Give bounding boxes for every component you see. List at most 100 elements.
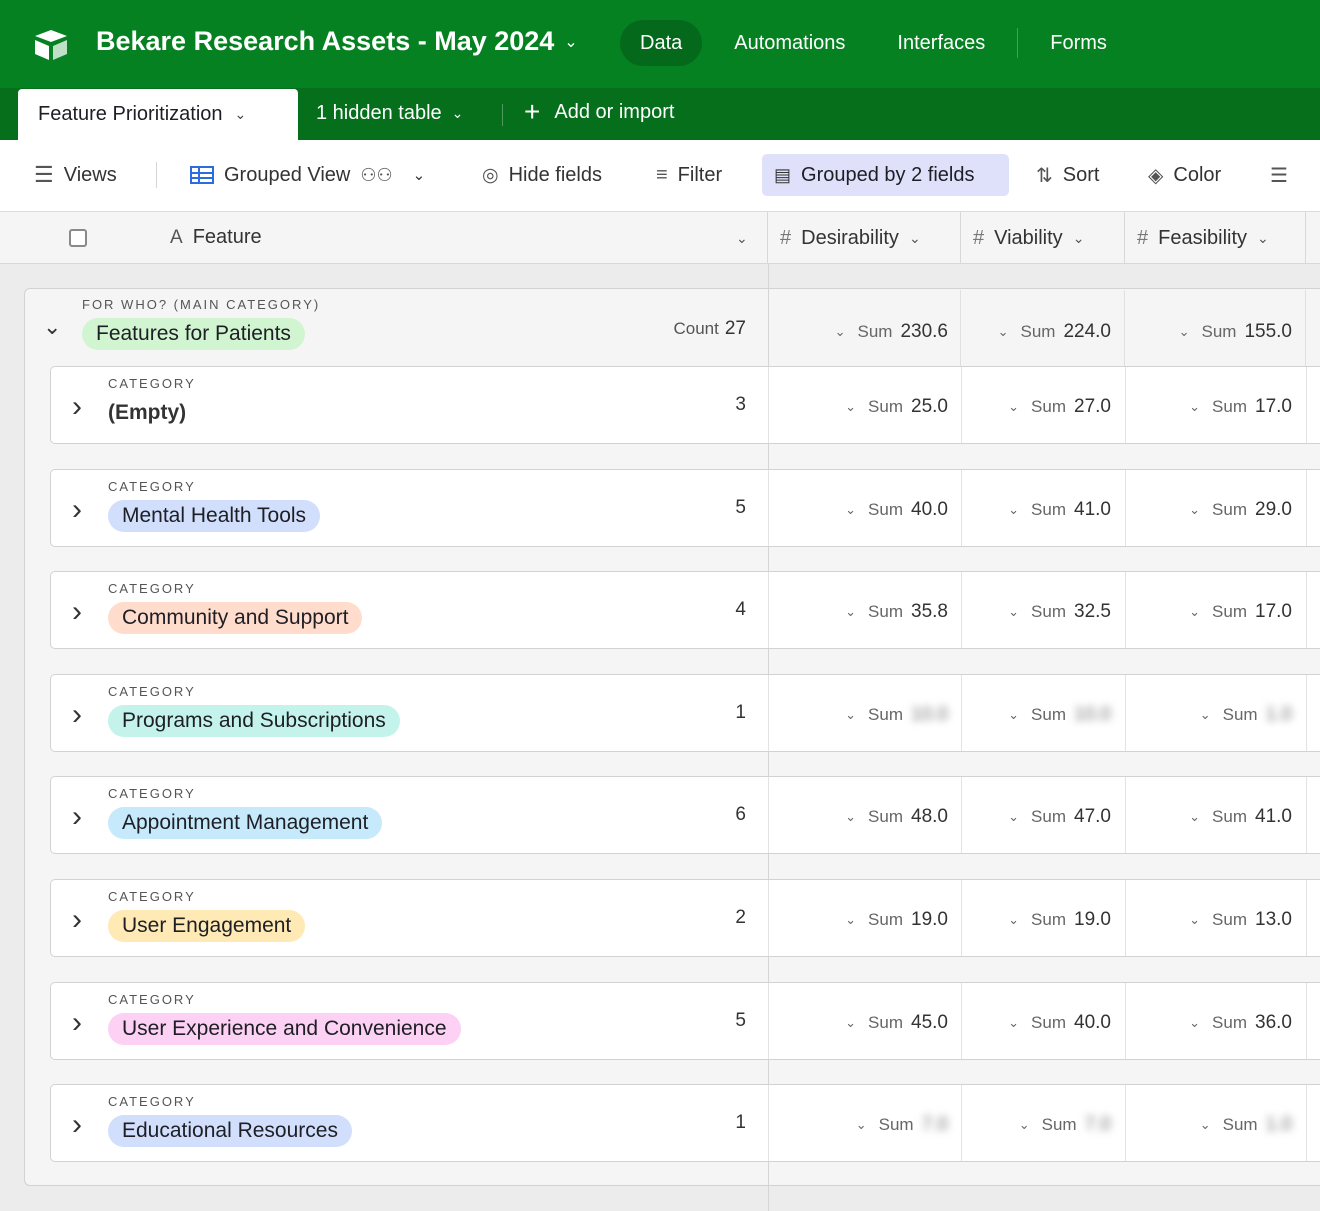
sum-value: 224.0 [1063, 321, 1111, 342]
chevron-right-icon[interactable]: › [72, 390, 82, 424]
chevron-down-icon: ⌄ [845, 707, 857, 722]
filter-button[interactable]: ≡ Filter [656, 154, 722, 196]
subgroup-sum-cell[interactable]: ⌄ Sum 32.5 [970, 597, 1111, 627]
base-logo-icon[interactable] [32, 28, 70, 62]
subgroup-sum-cell[interactable]: ⌄ Sum 7.0 [780, 1110, 948, 1140]
views-button[interactable]: ☰ Views [34, 154, 117, 196]
subgroup-sum-cell[interactable]: ⌄ Sum 47.0 [970, 802, 1111, 832]
chevron-right-icon[interactable]: › [72, 1108, 82, 1142]
nav-automations[interactable]: Automations [714, 20, 865, 66]
chevron-right-icon[interactable]: › [72, 903, 82, 937]
column-divider [961, 777, 962, 853]
hide-fields-label: Hide fields [508, 163, 602, 186]
view-switcher[interactable]: Grouped View ⚇⚇ ⌄ [190, 154, 425, 196]
row-height-button[interactable]: ☰ [1270, 154, 1288, 196]
views-label: Views [63, 163, 117, 186]
chevron-down-icon[interactable]: ⌄ [43, 314, 61, 340]
column-divider [1305, 290, 1306, 366]
viability-column-header[interactable]: # Viability ⌄ [961, 212, 1125, 264]
subgroup-count: 5 [735, 1010, 746, 1031]
row-height-icon: ☰ [1270, 164, 1288, 187]
subgroup-sum-cell[interactable]: ⌄ Sum 29.0 [1134, 495, 1292, 525]
subgroup-sum-cell[interactable]: ⌄ Sum 13.0 [1134, 905, 1292, 935]
sum-label: Sum [1212, 910, 1248, 929]
subgroup-sum-cell[interactable]: ⌄ Sum 19.0 [970, 905, 1111, 935]
hidden-tables-button[interactable]: 1 hidden table ⌄ [316, 102, 463, 125]
chevron-right-icon[interactable]: › [72, 800, 82, 834]
nav-interfaces[interactable]: Interfaces [877, 20, 1005, 66]
chevron-down-icon: ⌄ [834, 324, 846, 339]
sum-value: 10.0 [911, 704, 948, 725]
base-title[interactable]: Bekare Research Assets - May 2024 ⌄ [96, 26, 578, 57]
subgroup-sum-cell[interactable]: ⌄ Sum 25.0 [780, 392, 948, 422]
sum-label: Sum [1222, 1115, 1258, 1134]
sum-label: Sum [857, 322, 893, 341]
chevron-right-icon[interactable]: › [72, 698, 82, 732]
column-divider [1306, 777, 1307, 853]
group-field-label: FOR WHO? (MAIN CATEGORY) [82, 297, 321, 312]
chevron-down-icon[interactable]: ⌄ [736, 230, 748, 247]
chevron-right-icon[interactable]: › [72, 493, 82, 527]
nav-data[interactable]: Data [620, 20, 703, 66]
subgroup-sum-cell[interactable]: ⌄ Sum 27.0 [970, 392, 1111, 422]
chevron-down-icon: ⌄ [1008, 502, 1020, 517]
viability-label: Viability [994, 226, 1063, 249]
chevron-right-icon[interactable]: › [72, 595, 82, 629]
chevron-down-icon: ⌄ [855, 1117, 867, 1132]
hide-fields-button[interactable]: ◎ Hide fields [482, 154, 602, 196]
group-button[interactable]: ▤ Grouped by 2 fields [762, 154, 1009, 196]
group-sum-desirability[interactable]: ⌄ Sum 230.6 [780, 317, 948, 347]
subgroup-sum-cell[interactable]: ⌄ Sum 10.0 [780, 700, 948, 730]
group-sum-viability[interactable]: ⌄ Sum 224.0 [970, 317, 1111, 347]
feature-column-header[interactable]: A Feature [170, 226, 262, 249]
add-or-import-button[interactable]: + Add or import [524, 98, 674, 126]
subgroup-sum-cell[interactable]: ⌄ Sum 1.0 [1134, 700, 1292, 730]
subgroup-sum-cell[interactable]: ⌄ Sum 40.0 [780, 495, 948, 525]
view-name: Grouped View [224, 163, 351, 186]
chevron-down-icon: ⌄ [845, 1015, 857, 1030]
chevron-down-icon: ⌄ [1189, 809, 1201, 824]
subgroup-name-pill: Educational Resources [108, 1115, 352, 1147]
chevron-down-icon: ⌄ [1189, 1015, 1201, 1030]
sum-label: Sum [868, 1013, 904, 1032]
column-divider [961, 572, 962, 648]
subgroup-name-pill: Mental Health Tools [108, 500, 321, 532]
column-divider [768, 675, 769, 751]
column-divider [1306, 470, 1307, 546]
subgroup-sum-cell[interactable]: ⌄ Sum 40.0 [970, 1008, 1111, 1038]
subgroup-sum-cell[interactable]: ⌄ Sum 1.0 [1134, 1110, 1292, 1140]
grid-view-icon [190, 166, 214, 184]
chevron-right-icon[interactable]: › [72, 1006, 82, 1040]
color-button[interactable]: ◈ Color [1148, 154, 1221, 196]
tab-feature-prioritization[interactable]: Feature Prioritization ⌄ [18, 89, 298, 140]
subgroup-sum-cell[interactable]: ⌄ Sum 17.0 [1134, 392, 1292, 422]
group-sum-feasibility[interactable]: ⌄ Sum 155.0 [1134, 317, 1292, 347]
sort-button[interactable]: ⇅ Sort [1036, 154, 1099, 196]
subgroup-sum-cell[interactable]: ⌄ Sum 41.0 [1134, 802, 1292, 832]
subgroup-sum-cell[interactable]: ⌄ Sum 35.8 [780, 597, 948, 627]
select-all-checkbox[interactable] [69, 229, 87, 247]
chevron-down-icon: ⌄ [1257, 229, 1269, 246]
chevron-down-icon: ⌄ [1008, 809, 1020, 824]
column-divider [1124, 290, 1125, 366]
subgroup-sum-cell[interactable]: ⌄ Sum 48.0 [780, 802, 948, 832]
subgroup-sum-cell[interactable]: ⌄ Sum 45.0 [780, 1008, 948, 1038]
subgroup-sum-cell[interactable]: ⌄ Sum 10.0 [970, 700, 1111, 730]
subgroup-count: 1 [735, 1112, 746, 1133]
subgroup-sum-cell[interactable]: ⌄ Sum 19.0 [780, 905, 948, 935]
subgroup-sum-cell[interactable]: ⌄ Sum 7.0 [970, 1110, 1111, 1140]
desirability-column-header[interactable]: # Desirability ⌄ [768, 212, 961, 264]
nav-forms[interactable]: Forms [1030, 20, 1127, 66]
chevron-down-icon: ⌄ [412, 167, 426, 184]
sort-label: Sort [1062, 163, 1100, 186]
column-divider [768, 983, 769, 1059]
subgroup-sum-cell[interactable]: ⌄ Sum 17.0 [1134, 597, 1292, 627]
sum-label: Sum [1031, 807, 1067, 826]
subgroup-name-pill: Appointment Management [108, 807, 383, 839]
column-divider [1306, 572, 1307, 648]
eye-slash-icon: ◎ [482, 164, 499, 186]
subgroup-sum-cell[interactable]: ⌄ Sum 36.0 [1134, 1008, 1292, 1038]
paint-bucket-icon: ◈ [1148, 164, 1164, 187]
feasibility-column-header[interactable]: # Feasibility ⌄ [1125, 212, 1306, 264]
subgroup-sum-cell[interactable]: ⌄ Sum 41.0 [970, 495, 1111, 525]
